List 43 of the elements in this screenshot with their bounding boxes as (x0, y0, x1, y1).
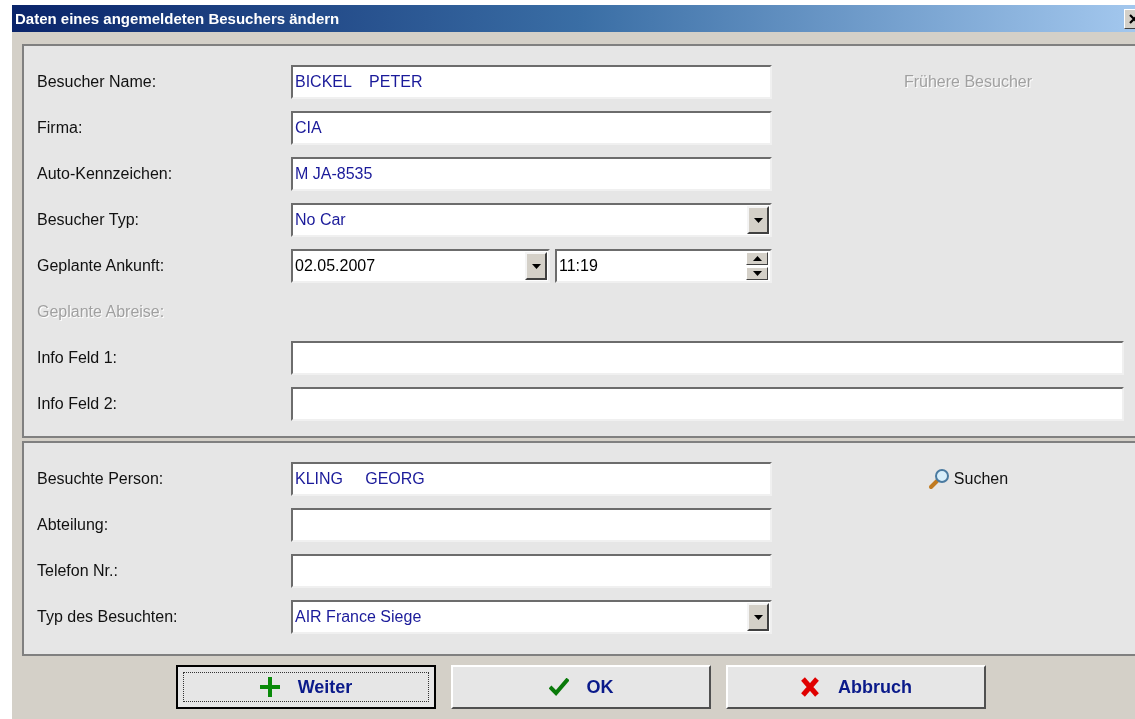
text-field[interactable] (291, 341, 1124, 375)
text-field[interactable]: CIA (291, 111, 772, 145)
text-field[interactable] (291, 387, 1124, 421)
date-field[interactable]: 02.05.2007 (291, 249, 550, 283)
dialog-button[interactable]: OK (451, 665, 711, 709)
time-field[interactable]: 11:19 (555, 249, 772, 283)
dialog-button[interactable]: Abbruch (726, 665, 986, 709)
down-arrow-icon (753, 614, 763, 620)
dropdown-field[interactable]: AIR France Siege (291, 600, 772, 634)
plus-icon (259, 677, 280, 697)
field-label: Info Feld 2: (37, 395, 119, 413)
field-label: Geplante Abreise: (37, 303, 166, 321)
field-label: Geplante Ankunft: (37, 257, 166, 275)
dropdown-button[interactable] (747, 603, 769, 631)
spin-up-button[interactable] (746, 252, 768, 265)
dialog-button[interactable]: Weiter (176, 665, 436, 709)
text-field[interactable]: M JA-8535 (291, 157, 772, 191)
down-arrow-icon (531, 263, 541, 269)
field-label: Firma: (37, 119, 84, 137)
down-arrow-icon (753, 217, 763, 223)
field-label: Besucher Typ: (37, 211, 140, 229)
search-button[interactable]: Suchen (927, 468, 1009, 490)
window-title: Daten eines angemeldeten Besuchers ändern (14, 10, 340, 27)
check-icon (548, 678, 569, 696)
text-field[interactable] (291, 554, 772, 588)
magnifier-icon (927, 468, 950, 490)
field-label: Auto-Kennzeichen: (37, 165, 174, 183)
field-label: Info Feld 1: (37, 349, 119, 367)
field-label: Typ des Besuchten: (37, 608, 179, 626)
cross-icon (800, 676, 820, 698)
text-field[interactable]: BICKEL PETER (291, 65, 772, 99)
text-field[interactable]: KLING GEORG (291, 462, 772, 496)
dropdown-button[interactable] (525, 252, 547, 280)
field-label: Besuchte Person: (37, 470, 165, 488)
field-label: Besucher Name: (37, 73, 158, 91)
spin-down-button[interactable] (746, 267, 768, 280)
field-label: Abteilung: (37, 516, 110, 534)
up-arrow-icon (752, 256, 762, 261)
field-label: Telefon Nr.: (37, 562, 119, 580)
dropdown-button[interactable] (747, 206, 769, 234)
text-field[interactable] (291, 508, 772, 542)
down-arrow-icon (752, 271, 762, 276)
dropdown-field[interactable]: No Car (291, 203, 772, 237)
